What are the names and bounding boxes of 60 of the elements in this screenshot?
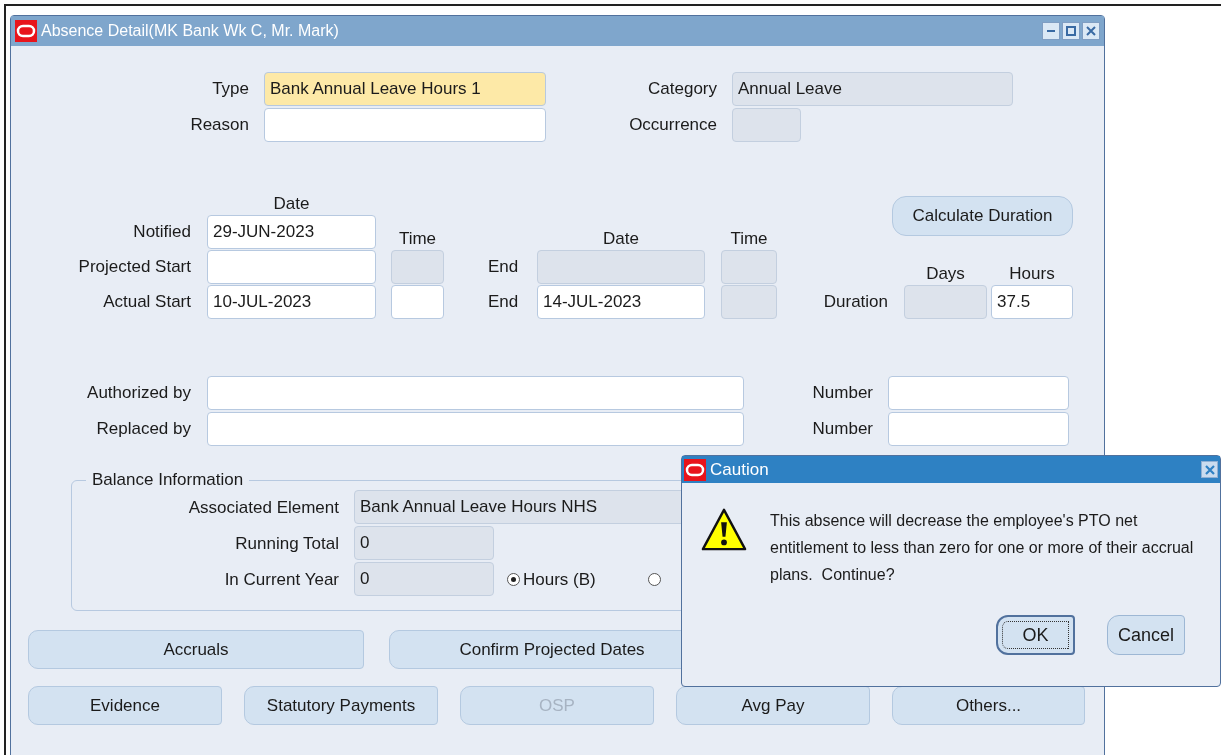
column-heading: Time — [397, 230, 438, 249]
minimize-button[interactable] — [1042, 22, 1060, 40]
form-button[interactable]: Accruals — [28, 630, 364, 669]
number-field[interactable] — [888, 412, 1069, 446]
field-label: End — [488, 256, 520, 279]
field-label: Notified — [132, 221, 192, 244]
field-label: Number — [811, 418, 874, 441]
form-button[interactable]: Others... — [892, 686, 1085, 725]
date-field[interactable]: 29-JUN-2023 — [207, 215, 376, 249]
form-button[interactable]: Avg Pay — [676, 686, 870, 725]
field-label: Actual Start — [102, 291, 192, 314]
minimize-icon — [1047, 30, 1055, 32]
dialog-button[interactable]: Cancel — [1107, 615, 1185, 655]
radio-button[interactable] — [647, 572, 661, 586]
field-label: Category — [647, 78, 718, 101]
number-field[interactable] — [888, 376, 1069, 410]
field-label: Running Total — [234, 532, 340, 555]
name-field[interactable] — [207, 376, 744, 410]
group-title: Balance Information — [91, 470, 245, 491]
maximize-button[interactable] — [1062, 22, 1080, 40]
field-label: Associated Element — [187, 496, 340, 519]
column-heading: Days — [925, 265, 966, 284]
field-label: Duration — [822, 291, 888, 314]
field-label: Replaced by — [95, 418, 192, 441]
field-label: Reason — [189, 114, 250, 137]
close-button[interactable] — [1082, 22, 1100, 40]
window-title: Absence Detail(MK Bank Wk C, Mr. Mark) — [41, 21, 339, 41]
field-label: In Current Year — [223, 568, 340, 591]
calculate-duration-button[interactable]: Calculate Duration — [892, 196, 1073, 236]
oracle-logo-icon — [15, 20, 37, 42]
dialog-message: This absence will decrease the employee's PTO net entitlement to less than zero for one or more of their accrual plans. Continue? — [770, 511, 1195, 585]
close-icon — [1203, 463, 1216, 476]
field-label: Occurrence — [628, 114, 718, 137]
field-label: Authorized by — [86, 382, 192, 405]
date-field[interactable]: 10-JUL-2023 — [207, 285, 376, 319]
form-button[interactable]: Evidence — [28, 686, 222, 725]
field-label: Number — [811, 382, 874, 405]
form-button[interactable]: Statutory Payments — [244, 686, 438, 725]
radio-option[interactable]: Hours (B) — [507, 566, 596, 593]
column-heading: Hours — [1008, 265, 1056, 284]
field-label: Type — [211, 78, 250, 101]
dialog-title: Caution — [710, 458, 769, 481]
close-icon — [1085, 25, 1097, 37]
oracle-logo-icon — [684, 458, 706, 481]
column-heading: Date — [272, 195, 311, 214]
date-field[interactable] — [207, 250, 376, 284]
name-field[interactable] — [207, 412, 744, 446]
warning-icon — [700, 507, 748, 553]
hours-field[interactable]: 37.5 — [991, 285, 1073, 319]
field-label: Projected Start — [77, 256, 192, 279]
column-heading: Date — [602, 230, 640, 249]
maximize-icon — [1065, 25, 1077, 37]
close-button[interactable] — [1201, 461, 1218, 478]
time-field[interactable] — [391, 285, 444, 319]
type-field[interactable]: Bank Annual Leave Hours 1 — [264, 72, 546, 106]
reason-field[interactable] — [264, 108, 546, 142]
column-heading: Time — [729, 230, 769, 249]
field-label: End — [488, 291, 520, 314]
dialog-button[interactable]: OK — [996, 615, 1075, 655]
date-field[interactable]: 14-JUL-2023 — [537, 285, 705, 319]
